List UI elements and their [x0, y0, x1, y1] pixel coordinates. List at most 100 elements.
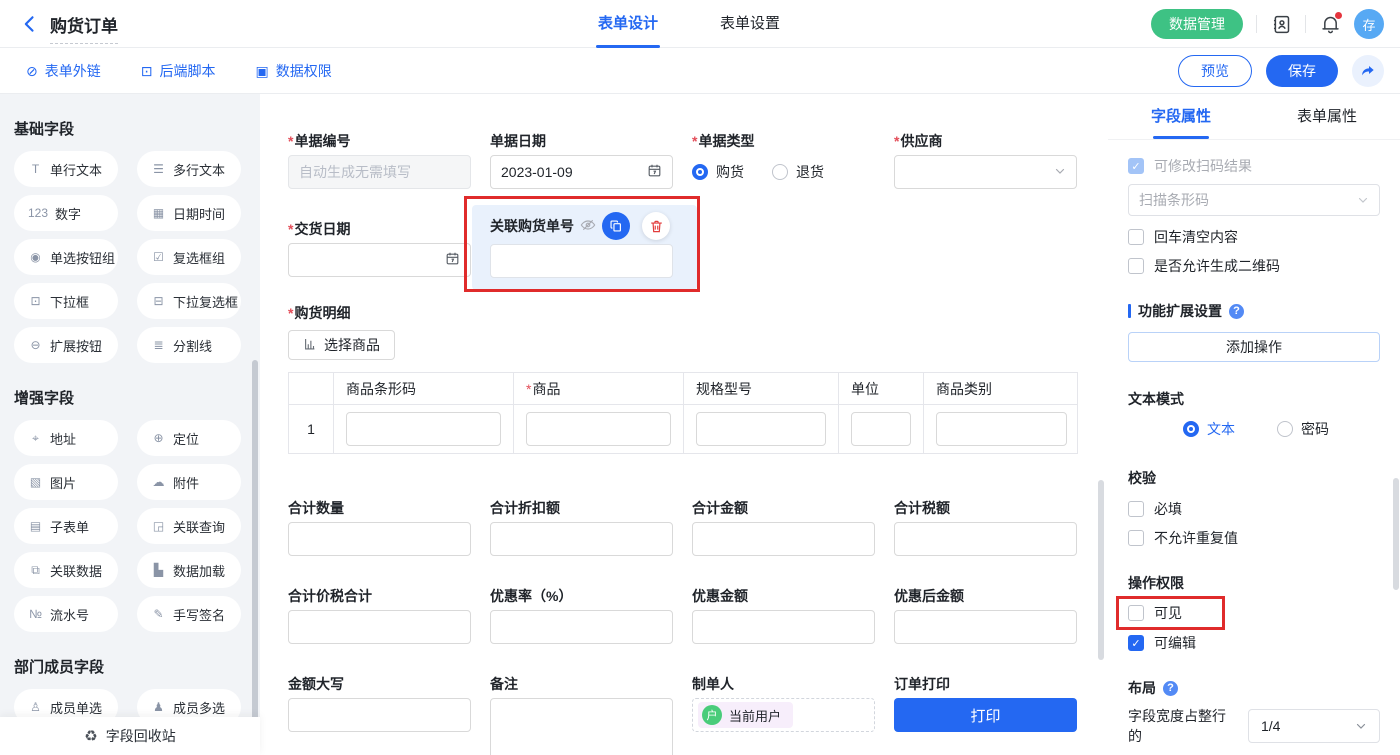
checkbox-row[interactable]: 是否允许生成二维码	[1128, 258, 1380, 274]
field-input[interactable]	[490, 522, 673, 556]
field-input[interactable]	[490, 610, 673, 644]
sidebar-item[interactable]: ⊖扩展按钮	[14, 327, 118, 363]
table-cell-input[interactable]	[936, 412, 1067, 446]
header-tab[interactable]: 表单设计	[598, 0, 658, 48]
field-input[interactable]	[692, 610, 875, 644]
field-input[interactable]	[288, 522, 471, 556]
eye-off-icon[interactable]	[580, 217, 596, 236]
user-avatar[interactable]: 存	[1354, 9, 1384, 39]
form-field[interactable]: 优惠金额	[692, 586, 875, 644]
help-icon[interactable]: ?	[1229, 304, 1244, 319]
panel-tab[interactable]: 字段属性	[1108, 94, 1254, 139]
form-field[interactable]: 优惠后金额	[894, 586, 1077, 644]
table-cell-input[interactable]	[346, 412, 501, 446]
sidebar-item[interactable]: ⧉关联数据	[14, 552, 118, 588]
sidebar-item[interactable]: ☁附件	[137, 464, 241, 500]
checkbox-icon[interactable]: ✓	[1128, 158, 1144, 174]
radio-option[interactable]: 密码	[1277, 419, 1329, 439]
sidebar-item[interactable]: ☑复选框组	[137, 239, 241, 275]
sidebar-item[interactable]: ◉单选按钮组	[14, 239, 118, 275]
radio-option[interactable]: 退货	[772, 162, 824, 182]
sidebar-item[interactable]: ✎手写签名	[137, 596, 241, 632]
delete-field-button[interactable]	[642, 212, 670, 240]
select-input[interactable]	[894, 155, 1077, 189]
amount-words-input[interactable]	[288, 698, 471, 732]
sidebar-item[interactable]: ▤子表单	[14, 508, 118, 544]
help-icon[interactable]: ?	[1163, 681, 1178, 696]
header-tab[interactable]: 表单设置	[720, 0, 780, 48]
add-operation-button[interactable]: 添加操作	[1128, 332, 1380, 362]
field-width-select[interactable]: 1/4	[1248, 709, 1380, 743]
checkbox-row[interactable]: ✓可编辑	[1128, 635, 1380, 651]
sidebar-item[interactable]: ▙数据加载	[137, 552, 241, 588]
window-scrollbar[interactable]	[1393, 478, 1399, 590]
sidebar-item[interactable]: 123数字	[14, 195, 118, 231]
panel-tab[interactable]: 表单属性	[1254, 94, 1400, 139]
table-cell-input[interactable]	[696, 412, 826, 446]
field-input[interactable]	[288, 610, 471, 644]
sidebar-item[interactable]: ◲关联查询	[137, 508, 241, 544]
scan-mode-select[interactable]: 扫描条形码	[1128, 184, 1380, 216]
checkbox-icon[interactable]: ✓	[1128, 635, 1144, 651]
form-field[interactable]: *单据类型购货退货	[692, 131, 875, 189]
share-button[interactable]	[1352, 55, 1384, 87]
checkbox-row[interactable]: 不允许重复值	[1128, 530, 1380, 546]
canvas-scrollbar[interactable]	[1098, 480, 1104, 660]
field-input[interactable]	[894, 522, 1077, 556]
sidebar-item[interactable]: ⊕定位	[137, 420, 241, 456]
field-input[interactable]	[692, 522, 875, 556]
sidebar-item[interactable]: ▧图片	[14, 464, 118, 500]
checkbox-row[interactable]: 必填	[1128, 501, 1380, 517]
sidebar-item[interactable]: ⊡下拉框	[14, 283, 118, 319]
radio-option[interactable]: 购货	[692, 162, 744, 182]
data-manage-button[interactable]: 数据管理	[1151, 9, 1243, 39]
field-input[interactable]	[490, 244, 673, 278]
remark-textarea[interactable]	[490, 698, 673, 755]
copy-field-button[interactable]	[602, 212, 630, 240]
save-button[interactable]: 保存	[1266, 55, 1338, 87]
form-field[interactable]: 合计数量	[288, 498, 471, 556]
creator-input[interactable]: 户 当前用户	[692, 698, 875, 732]
sidebar-item[interactable]: №流水号	[14, 596, 118, 632]
checkbox-row[interactable]: 可见	[1128, 605, 1182, 621]
sidebar-item[interactable]: ≣分割线	[137, 327, 241, 363]
sidebar-item[interactable]: ▦日期时间	[137, 195, 241, 231]
checkbox-icon[interactable]	[1128, 501, 1144, 517]
sidebar-item[interactable]: ⌖地址	[14, 420, 118, 456]
sidebar-item[interactable]: ⊟下拉复选框	[137, 283, 241, 319]
sidebar-item[interactable]: T单行文本	[14, 151, 118, 187]
radio-option[interactable]: 文本	[1183, 419, 1235, 439]
select-product-button[interactable]: 选择商品	[288, 330, 395, 360]
form-field[interactable]: 合计税额	[894, 498, 1077, 556]
form-field[interactable]: 合计折扣额	[490, 498, 673, 556]
checkbox-row[interactable]: ✓可修改扫码结果	[1128, 158, 1380, 174]
toolbar-link[interactable]: ▣数据权限	[255, 48, 331, 94]
preview-button[interactable]: 预览	[1178, 55, 1252, 87]
back-icon[interactable]	[20, 14, 40, 34]
field-input[interactable]	[894, 610, 1077, 644]
sidebar-scrollbar[interactable]	[252, 360, 258, 745]
checkbox-icon[interactable]	[1128, 605, 1144, 621]
table-cell-input[interactable]	[526, 412, 671, 446]
form-field[interactable]: 合计价税合计	[288, 586, 471, 644]
contacts-icon[interactable]	[1270, 13, 1292, 35]
field-delivery-date[interactable]: *交货日期	[288, 219, 471, 277]
table-cell-input[interactable]	[851, 412, 911, 446]
form-field[interactable]: 优惠率（%）	[490, 586, 673, 644]
form-field[interactable]: 单据日期2023-01-09	[490, 131, 673, 189]
toolbar-link[interactable]: ⊘表单外链	[26, 48, 101, 94]
checkbox-icon[interactable]	[1128, 530, 1144, 546]
toolbar-link[interactable]: ⊡后端脚本	[141, 48, 216, 94]
checkbox-icon[interactable]	[1128, 229, 1144, 245]
print-button[interactable]: 打印	[894, 698, 1077, 732]
date-input[interactable]: 2023-01-09	[490, 155, 673, 189]
selected-field-linked-purchase-no[interactable]: 关联购货单号	[472, 205, 697, 290]
notification-bell-icon[interactable]	[1319, 13, 1341, 35]
date-input[interactable]	[288, 243, 471, 277]
form-field[interactable]: *单据编号自动生成无需填写	[288, 131, 471, 189]
field-input[interactable]: 自动生成无需填写	[288, 155, 471, 189]
checkbox-row[interactable]: 回车清空内容	[1128, 229, 1380, 245]
field-recycle-bin[interactable]: ♻ 字段回收站	[0, 717, 260, 755]
sidebar-item[interactable]: ☰多行文本	[137, 151, 241, 187]
form-field[interactable]: *供应商	[894, 131, 1077, 189]
